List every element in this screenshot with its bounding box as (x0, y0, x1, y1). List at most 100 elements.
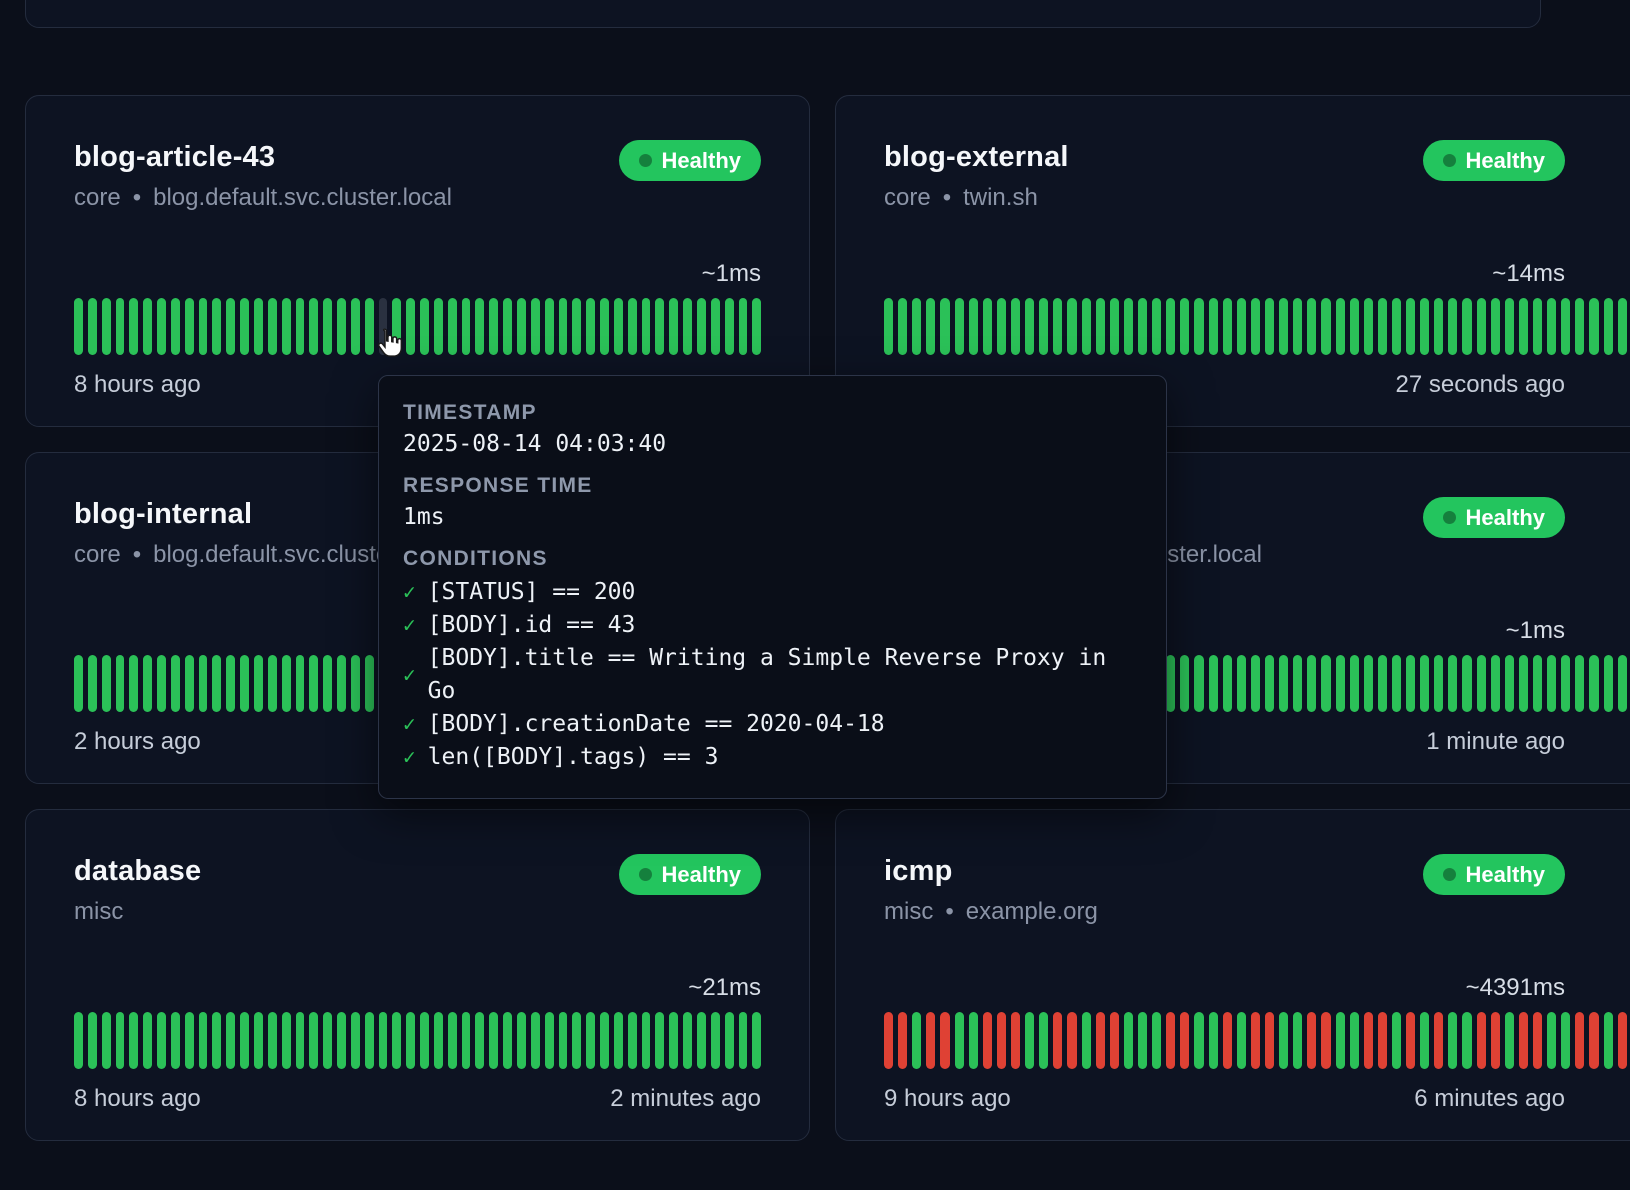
uptime-bar[interactable] (1618, 298, 1627, 355)
uptime-bar[interactable] (296, 298, 305, 355)
uptime-bar[interactable] (1011, 1012, 1020, 1069)
uptime-bar[interactable] (1406, 1012, 1415, 1069)
uptime-bar[interactable] (1561, 1012, 1570, 1069)
uptime-bar[interactable] (1194, 655, 1203, 712)
uptime-bar[interactable] (1293, 655, 1302, 712)
uptime-bar[interactable] (531, 298, 540, 355)
uptime-bar[interactable] (1505, 655, 1514, 712)
uptime-bar[interactable] (545, 298, 554, 355)
uptime-bar[interactable] (1364, 1012, 1373, 1069)
uptime-bar[interactable] (143, 655, 152, 712)
uptime-bar[interactable] (240, 655, 249, 712)
uptime-bar[interactable] (1067, 298, 1076, 355)
uptime-bar[interactable] (129, 1012, 138, 1069)
uptime-bar[interactable] (1378, 1012, 1387, 1069)
uptime-bar[interactable] (199, 655, 208, 712)
uptime-bar[interactable] (462, 1012, 471, 1069)
uptime-bar[interactable] (1533, 1012, 1542, 1069)
uptime-bar[interactable] (1067, 1012, 1076, 1069)
uptime-bar[interactable] (1138, 1012, 1147, 1069)
uptime-bar[interactable] (171, 298, 180, 355)
uptime-bar[interactable] (88, 1012, 97, 1069)
uptime-bar[interactable] (955, 298, 964, 355)
uptime-bar[interactable] (1307, 1012, 1316, 1069)
uptime-bar[interactable] (296, 1012, 305, 1069)
uptime-bar[interactable] (1618, 655, 1627, 712)
uptime-bar[interactable] (268, 1012, 277, 1069)
uptime-bar[interactable] (628, 1012, 637, 1069)
uptime-bar[interactable] (475, 298, 484, 355)
uptime-bar[interactable] (1477, 1012, 1486, 1069)
uptime-bar[interactable] (392, 1012, 401, 1069)
uptime-bar[interactable] (226, 1012, 235, 1069)
uptime-bar[interactable] (503, 1012, 512, 1069)
uptime-bar[interactable] (337, 655, 346, 712)
uptime-bar[interactable] (1561, 655, 1570, 712)
uptime-bar[interactable] (226, 298, 235, 355)
uptime-bar[interactable] (157, 655, 166, 712)
uptime-bar[interactable] (517, 298, 526, 355)
uptime-bar[interactable] (171, 655, 180, 712)
uptime-bar[interactable] (1491, 655, 1500, 712)
uptime-bar[interactable] (545, 1012, 554, 1069)
uptime-bar[interactable] (1251, 1012, 1260, 1069)
uptime-bar[interactable] (212, 298, 221, 355)
uptime-bar[interactable] (1519, 298, 1528, 355)
uptime-bar[interactable] (1209, 655, 1218, 712)
uptime-bar[interactable] (88, 655, 97, 712)
uptime-bar[interactable] (711, 298, 720, 355)
uptime-bar[interactable] (337, 1012, 346, 1069)
uptime-bar[interactable] (1448, 298, 1457, 355)
uptime-bar[interactable] (309, 655, 318, 712)
uptime-bar[interactable] (1223, 298, 1232, 355)
uptime-bar[interactable] (351, 298, 360, 355)
uptime-bar[interactable] (1096, 1012, 1105, 1069)
uptime-bar[interactable] (1265, 655, 1274, 712)
uptime-bar[interactable] (752, 298, 761, 355)
uptime-bars[interactable] (74, 298, 761, 355)
uptime-bar[interactable] (655, 1012, 664, 1069)
uptime-bar[interactable] (1152, 298, 1161, 355)
uptime-bar[interactable] (1491, 298, 1500, 355)
uptime-bar[interactable] (600, 1012, 609, 1069)
uptime-bar[interactable] (1420, 1012, 1429, 1069)
uptime-bar[interactable] (1434, 298, 1443, 355)
uptime-bar[interactable] (697, 298, 706, 355)
uptime-bar[interactable] (683, 1012, 692, 1069)
uptime-bar[interactable] (1462, 655, 1471, 712)
uptime-bar[interactable] (1209, 298, 1218, 355)
uptime-bar[interactable] (1025, 1012, 1034, 1069)
uptime-bar[interactable] (1180, 1012, 1189, 1069)
uptime-bars[interactable] (884, 1012, 1630, 1069)
uptime-bar[interactable] (517, 1012, 526, 1069)
uptime-bar[interactable] (1110, 298, 1119, 355)
uptime-bar[interactable] (1589, 655, 1598, 712)
uptime-bar[interactable] (642, 1012, 651, 1069)
uptime-bar[interactable] (572, 1012, 581, 1069)
uptime-bar[interactable] (1124, 1012, 1133, 1069)
uptime-bar[interactable] (406, 1012, 415, 1069)
uptime-bar[interactable] (1209, 1012, 1218, 1069)
uptime-bar[interactable] (955, 1012, 964, 1069)
uptime-bar[interactable] (572, 298, 581, 355)
uptime-bar[interactable] (912, 298, 921, 355)
uptime-bar[interactable] (129, 298, 138, 355)
uptime-bar[interactable] (997, 1012, 1006, 1069)
uptime-bar[interactable] (1321, 298, 1330, 355)
uptime-bar[interactable] (116, 298, 125, 355)
uptime-bar[interactable] (1589, 1012, 1598, 1069)
uptime-bar[interactable] (1194, 298, 1203, 355)
uptime-bar[interactable] (1420, 655, 1429, 712)
uptime-bar[interactable] (434, 298, 443, 355)
uptime-bar[interactable] (1166, 298, 1175, 355)
uptime-bar[interactable] (926, 1012, 935, 1069)
uptime-bar[interactable] (268, 298, 277, 355)
uptime-bar[interactable] (1279, 1012, 1288, 1069)
uptime-bar[interactable] (1533, 298, 1542, 355)
uptime-bar[interactable] (1392, 298, 1401, 355)
uptime-bar[interactable] (997, 298, 1006, 355)
uptime-bar[interactable] (157, 298, 166, 355)
uptime-bar[interactable] (199, 298, 208, 355)
uptime-bar[interactable] (926, 298, 935, 355)
uptime-bar[interactable] (282, 1012, 291, 1069)
